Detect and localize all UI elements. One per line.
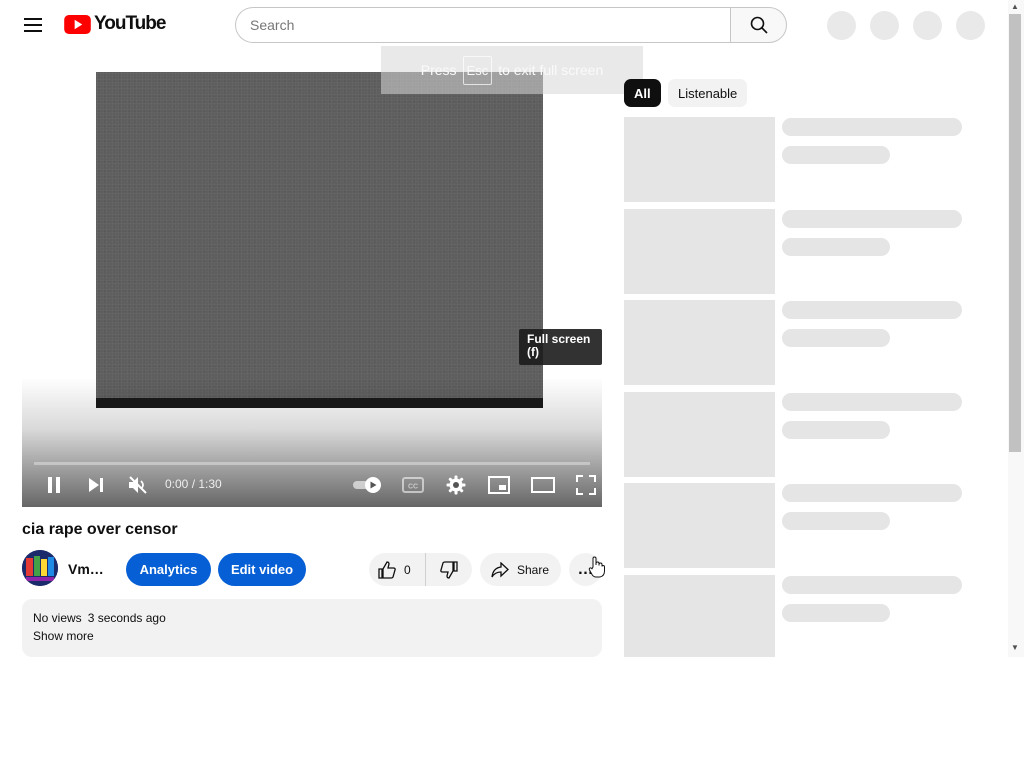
like-button[interactable]: 0 [369,553,426,586]
video-player[interactable]: 0:00 / 1:30 CC [22,72,602,507]
thumbnail-placeholder [624,392,775,477]
header-action-placeholder[interactable] [827,11,856,40]
fullscreen-button[interactable] [574,472,598,498]
video-title: cia rape over censor [22,521,178,538]
time-display: 0:00 / 1:30 [165,477,222,491]
search-box [235,7,730,43]
thumbnail-placeholder [624,483,775,568]
miniplayer-icon [488,476,510,494]
toast-prefix: Press [420,62,457,78]
mute-icon [129,476,147,494]
title-placeholder [782,301,962,319]
description-box[interactable]: No views 3 seconds ago Show more [22,599,602,657]
toast-suffix: to exit full screen [498,62,604,78]
dislike-icon [439,560,458,579]
title-placeholder [782,210,962,228]
thumbnail-placeholder [624,117,775,202]
recommendation-placeholder[interactable] [624,300,964,385]
settings-button[interactable] [444,472,468,498]
next-button[interactable] [84,472,108,498]
menu-button[interactable] [16,8,50,42]
avatar-placeholder[interactable] [956,11,985,40]
search-button[interactable] [730,7,787,43]
fullscreen-icon [576,475,596,495]
recommendation-placeholder[interactable] [624,483,964,568]
autoplay-toggle-icon [353,477,381,493]
scroll-down-arrow[interactable]: ▼ [1010,643,1020,653]
title-placeholder [782,484,962,502]
pause-icon [48,477,60,493]
toast-key: Esc [462,55,493,85]
captions-button[interactable]: CC [400,472,426,498]
search-icon [750,16,768,34]
recommendation-placeholder[interactable] [624,575,964,657]
recommendation-placeholder[interactable] [624,209,964,294]
show-more-link[interactable]: Show more [33,629,94,643]
cursor-hand-icon [588,556,605,578]
channel-name[interactable]: Vm… [68,561,104,577]
theater-mode-button[interactable] [529,472,557,498]
top-bar: YouTube [0,0,1008,50]
share-label: Share [517,562,550,577]
pause-button[interactable] [42,472,66,498]
recommendation-placeholder[interactable] [624,392,964,477]
channel-avatar[interactable] [22,550,58,586]
like-dislike-group: 0 [369,553,472,586]
analytics-button[interactable]: Analytics [126,553,211,586]
title-placeholder [782,118,962,136]
share-button[interactable]: Share [480,553,561,586]
youtube-logo[interactable]: YouTube [64,13,166,35]
share-icon [491,561,509,577]
header-action-placeholder[interactable] [913,11,942,40]
scrollbar-thumb[interactable] [1009,14,1021,452]
captions-icon: CC [402,477,424,493]
like-icon [378,560,396,579]
fullscreen-tooltip: Full screen (f) [519,329,602,365]
thumbnail-placeholder [624,575,775,657]
meta-placeholder [782,146,890,164]
title-placeholder [782,576,962,594]
svg-text:CC: CC [408,484,418,491]
fullscreen-exit-toast: Press Esc to exit full screen [381,46,643,94]
miniplayer-button[interactable] [487,472,511,498]
progress-bar[interactable] [34,462,590,465]
thumbnail-placeholder [624,209,775,294]
autoplay-toggle[interactable] [352,472,384,498]
player-controls: 0:00 / 1:30 CC [22,470,602,500]
video-frame [96,72,543,408]
like-count: 0 [404,562,411,577]
edit-video-button[interactable]: Edit video [218,553,306,586]
title-placeholder [782,393,962,411]
view-count: No views [33,611,82,625]
meta-placeholder [782,238,890,256]
chip-listenable[interactable]: Listenable [668,79,748,107]
upload-time: 3 seconds ago [87,611,166,625]
scroll-up-arrow[interactable]: ▲ [1010,2,1020,12]
avatar-image [22,550,58,586]
tooltip-line: (f) [527,345,539,359]
youtube-logo-icon [64,14,91,34]
recommendation-placeholder[interactable] [624,117,964,202]
meta-placeholder [782,604,890,622]
next-icon [89,478,103,492]
settings-icon [446,475,466,495]
thumbnail-placeholder [624,300,775,385]
menu-icon [24,18,42,32]
theater-icon [531,477,555,493]
meta-placeholder [782,329,890,347]
logo-text: YouTube [94,13,166,34]
dislike-button[interactable] [426,553,471,586]
meta-placeholder [782,421,890,439]
mute-button[interactable] [126,472,150,498]
video-meta: No views 3 seconds ago [33,611,591,625]
chip-all[interactable]: All [624,79,661,107]
search-input[interactable] [250,17,730,33]
header-action-placeholder[interactable] [870,11,899,40]
meta-placeholder [782,512,890,530]
